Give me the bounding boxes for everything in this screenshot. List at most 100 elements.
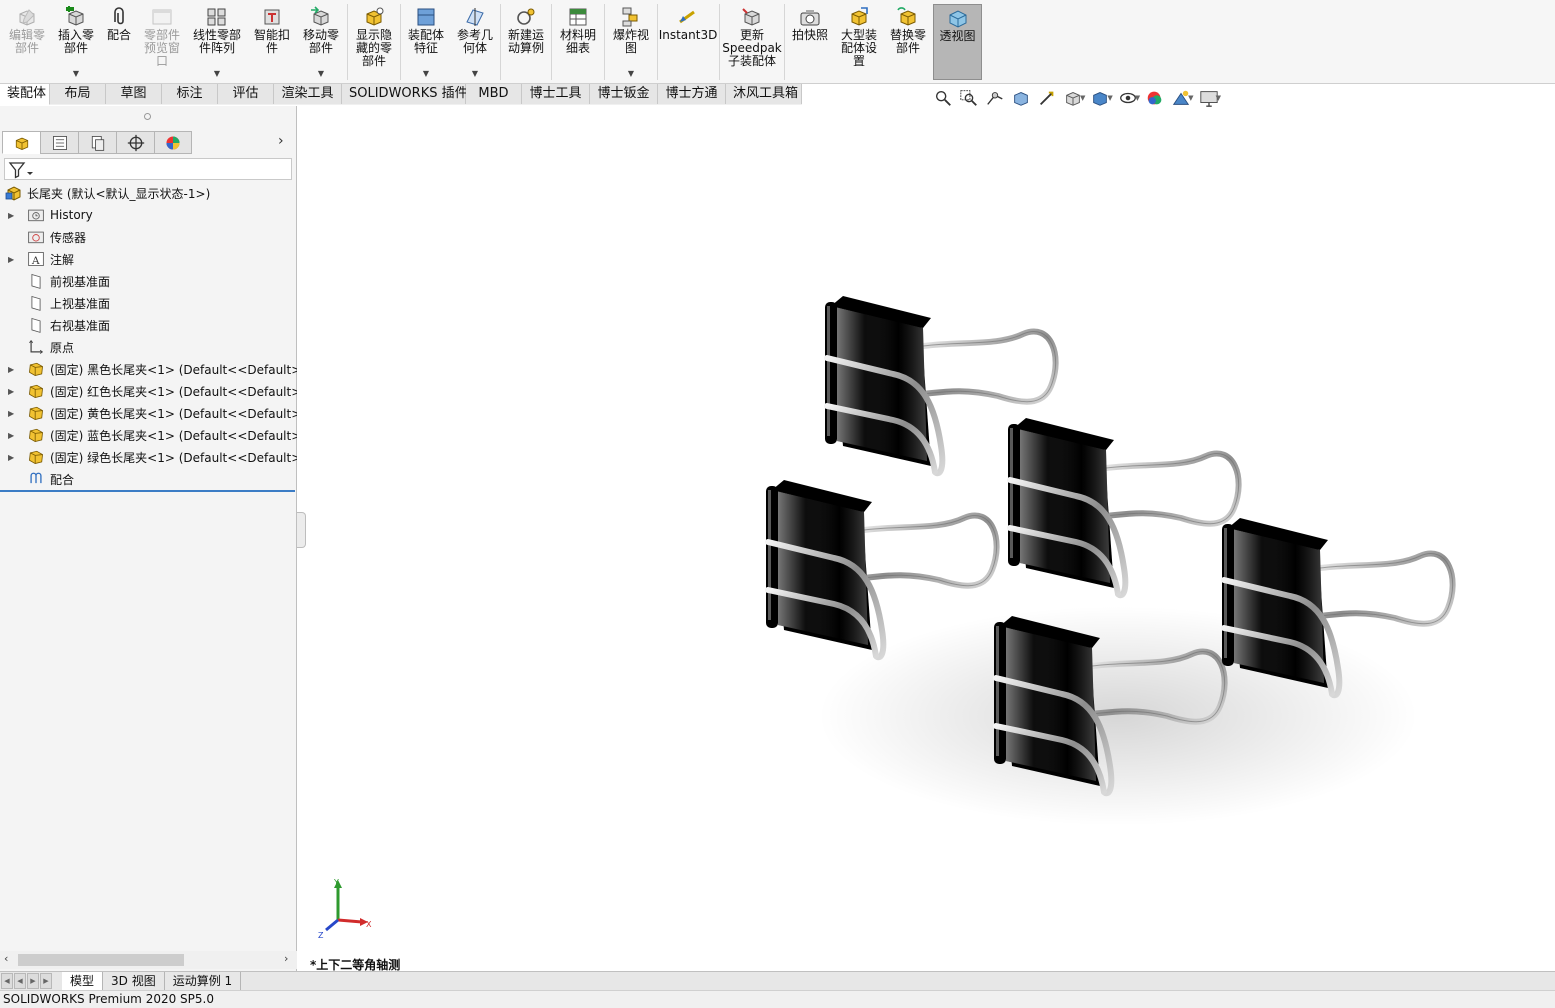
tab-10[interactable]: 博士方通 <box>658 84 726 104</box>
tab-5[interactable]: 渲染工具 <box>274 84 342 104</box>
zoom-to-fit-icon[interactable] <box>930 88 956 108</box>
previous-view-icon[interactable] <box>982 88 1008 108</box>
next-tab-arrow-icon[interactable]: ▶ <box>27 973 39 989</box>
show-hidden-button[interactable]: 显示隐 藏的零 部件 <box>349 4 399 80</box>
panel-tab-property-manager[interactable] <box>40 131 78 154</box>
dropdown-arrow-icon[interactable]: ▼ <box>214 70 220 78</box>
hud-dropdown-caret-icon[interactable]: ▼ <box>1216 94 1221 102</box>
panel-tab-dimxpert[interactable] <box>116 131 154 154</box>
expand-arrow-icon[interactable]: ▶ <box>8 453 16 462</box>
blue-binder-clip[interactable]: .c-blue .body-main{fill:#2f52a6} .c-blue… <box>1222 518 1453 695</box>
dynamic-annotation-icon[interactable] <box>1034 88 1060 108</box>
component-preview-button[interactable]: 零部件 预览窗 口 <box>138 4 186 80</box>
tab-7[interactable]: MBD <box>466 84 522 104</box>
tab-0[interactable]: 装配体 <box>0 84 50 105</box>
tree-item[interactable]: ▶ (固定) 黑色长尾夹<1> (Default<<Default>_D <box>0 358 297 380</box>
tab-3[interactable]: 标注 <box>162 84 218 104</box>
show-hidden-icon <box>362 6 386 28</box>
section-view-icon[interactable] <box>1008 88 1034 108</box>
panel-grip[interactable] <box>144 113 151 120</box>
linear-pattern-button[interactable]: 线性零部 件阵列 ▼ <box>189 4 245 80</box>
tab-2[interactable]: 草图 <box>106 84 162 104</box>
tree-item[interactable]: ▶ History <box>0 204 297 226</box>
dropdown-arrow-icon[interactable]: ▼ <box>318 70 324 78</box>
tree-item[interactable]: ▶ A 注解 <box>0 248 297 270</box>
last-tab-arrow-icon[interactable]: ▶ <box>40 973 52 989</box>
bottom-tab-2[interactable]: 运动算例 1 <box>165 972 242 990</box>
zoom-area-icon[interactable] <box>956 88 982 108</box>
edit-component-button[interactable]: 编辑零 部件 <box>3 4 51 80</box>
replace-components-button[interactable]: 替换零 部件 <box>884 4 932 80</box>
dropdown-arrow-icon[interactable]: ▼ <box>472 70 478 78</box>
transparent-view-icon <box>946 7 970 29</box>
graphics-viewport[interactable]: .c-red .body-main{fill:#b84a4a} .c-red .… <box>298 106 1555 972</box>
plane-icon <box>26 272 44 290</box>
feature-tree: 长尾夹 (默认<默认_显示状态-1>) ▶ History 传感器 ▶ A 注解 前视基准面… <box>0 182 297 490</box>
tree-item[interactable]: ▶ (固定) 绿色长尾夹<1> (Default<<Default>_D <box>0 446 297 468</box>
tab-6[interactable]: SOLIDWORKS 插件 <box>342 84 468 104</box>
expand-arrow-icon[interactable]: ▶ <box>8 211 16 220</box>
bottom-tab-0[interactable]: 模型 <box>62 972 104 990</box>
panel-tabs-more-chevron-icon[interactable]: › <box>278 133 284 149</box>
exploded-view-icon <box>619 6 643 28</box>
panel-tab-configuration-manager[interactable] <box>78 131 116 154</box>
reference-geometry-button[interactable]: 参考几 何体 ▼ <box>451 4 499 80</box>
transparent-view-button[interactable]: 透视图 <box>933 4 982 80</box>
panel-tab-display-manager[interactable] <box>154 131 192 154</box>
tree-item-label: 上视基准面 <box>50 296 111 311</box>
dropdown-arrow-icon[interactable]: ▼ <box>73 70 79 78</box>
insert-components-button[interactable]: 插入零 部件 ▼ <box>52 4 100 80</box>
tree-horizontal-scrollbar[interactable]: ‹ › <box>0 951 297 969</box>
move-component-button[interactable]: 移动零 部件 ▼ <box>297 4 345 80</box>
edit-appearance-icon[interactable] <box>1142 88 1168 108</box>
bill-of-materials-button[interactable]: 材料明 细表 <box>553 4 603 80</box>
exploded-view-button[interactable]: 爆炸视 图 ▼ <box>606 4 656 80</box>
assembly-features-button[interactable]: 装配体 特征 ▼ <box>402 4 450 80</box>
tab-9[interactable]: 博士钣金 <box>590 84 658 104</box>
hud-dropdown-caret-icon[interactable]: ▼ <box>1107 94 1112 102</box>
tree-item[interactable]: ▶ (固定) 黄色长尾夹<1> (Default<<Default>_D <box>0 402 297 424</box>
tab-8[interactable]: 博士工具 <box>522 84 590 104</box>
expand-arrow-icon[interactable]: ▶ <box>8 365 16 374</box>
tab-11[interactable]: 沐风工具箱 <box>726 84 802 104</box>
expand-arrow-icon[interactable]: ▶ <box>8 255 16 264</box>
tree-item[interactable]: ▶ (固定) 红色长尾夹<1> (Default<<Default>_D <box>0 380 297 402</box>
tree-item-label: (固定) 黑色长尾夹<1> (Default<<Default>_D <box>50 362 297 377</box>
tree-item[interactable]: 上视基准面 <box>0 292 297 314</box>
expand-arrow-icon[interactable]: ▶ <box>8 387 16 396</box>
hud-dropdown-caret-icon[interactable]: ▼ <box>1188 94 1193 102</box>
expand-arrow-icon[interactable]: ▶ <box>8 431 16 440</box>
tree-item[interactable]: ▶ (固定) 蓝色长尾夹<1> (Default<<Default>_D <box>0 424 297 446</box>
hud-dropdown-caret-icon[interactable]: ▼ <box>1080 94 1085 102</box>
first-tab-arrow-icon[interactable]: ◀ <box>1 973 13 989</box>
hud-dropdown-caret-icon[interactable]: ▼ <box>1135 94 1140 102</box>
tree-item[interactable]: 传感器 <box>0 226 297 248</box>
update-speedpak-button[interactable]: 更新 Speedpak 子装配体 <box>721 4 783 80</box>
tree-item[interactable]: 右视基准面 <box>0 314 297 336</box>
scrollbar-thumb[interactable] <box>18 954 184 966</box>
tree-item[interactable]: 前视基准面 <box>0 270 297 292</box>
rollback-bar[interactable] <box>0 490 295 492</box>
expand-arrow-icon[interactable]: ▶ <box>8 409 16 418</box>
tree-root-assembly[interactable]: 长尾夹 (默认<默认_显示状态-1>) <box>0 182 297 204</box>
camera-icon <box>798 6 822 28</box>
dropdown-arrow-icon[interactable]: ▼ <box>423 70 429 78</box>
large-assembly-button[interactable]: 大型装 配体设 置 <box>835 4 883 80</box>
prev-tab-arrow-icon[interactable]: ◀ <box>14 973 26 989</box>
instant3d-button[interactable]: Instant3D <box>659 4 717 80</box>
scroll-left-arrow-icon[interactable]: ‹ <box>4 952 8 965</box>
panel-tab-feature-manager[interactable] <box>2 131 40 154</box>
mate-button[interactable]: 配合 <box>101 4 137 80</box>
take-snapshot-button[interactable]: 拍快照 <box>786 4 834 80</box>
bottom-tab-1[interactable]: 3D 视图 <box>103 972 165 990</box>
dropdown-arrow-icon[interactable]: ▼ <box>628 70 634 78</box>
feature-tree-filter[interactable] <box>4 158 292 180</box>
tab-1[interactable]: 布局 <box>50 84 106 104</box>
scroll-right-arrow-icon[interactable]: › <box>284 952 288 965</box>
black-binder-clip[interactable]: .c-black .body-main{fill:#2c2c2c} .c-bla… <box>1008 418 1239 595</box>
tab-4[interactable]: 评估 <box>218 84 274 104</box>
tree-item[interactable]: 原点 <box>0 336 297 358</box>
new-motion-study-button[interactable]: 新建运 动算例 <box>502 4 550 80</box>
smart-fasteners-button[interactable]: 智能扣 件 <box>248 4 296 80</box>
tree-item[interactable]: 配合 <box>0 468 297 490</box>
